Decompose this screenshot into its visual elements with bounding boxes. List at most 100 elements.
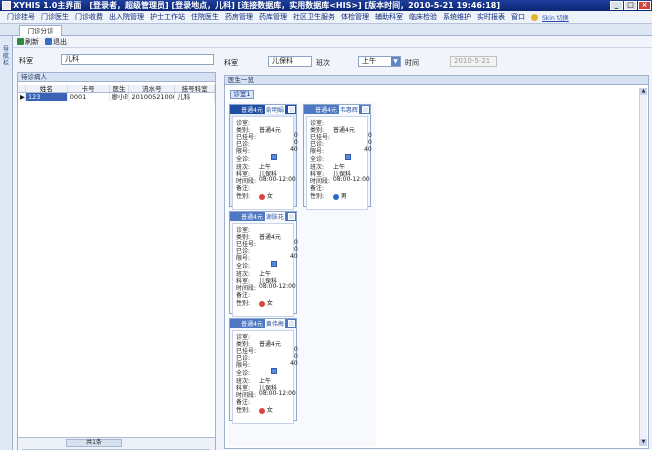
col-doctor[interactable]: 医生 <box>110 85 130 93</box>
cell-card[interactable]: 0001 <box>68 93 110 101</box>
card-gender: 性别: 男 <box>310 193 347 200</box>
right-dept-field[interactable]: 儿保科 <box>268 56 312 67</box>
cell-dept[interactable]: 儿科 <box>175 93 215 101</box>
card-header: 普通4元 黄伟梅 <box>230 319 296 328</box>
scroll-up-icon[interactable]: ▲ <box>640 88 647 95</box>
menu-window[interactable]: 窗口 <box>508 12 528 22</box>
checkbox-icon[interactable] <box>271 261 277 267</box>
menu-system[interactable]: 系统维护 <box>440 12 474 22</box>
female-icon <box>259 407 265 414</box>
exit-button[interactable]: 退出 <box>45 37 67 47</box>
card-menu-icon[interactable] <box>288 320 295 327</box>
room-button[interactable]: 诊室1 <box>230 90 254 99</box>
waiting-patients-grid: 待诊病人 姓名 卡号 医生 流水号 挂号科室 ▶ 123 0001 廖小玲 20… <box>17 72 216 450</box>
col-name[interactable]: 姓名 <box>26 85 68 93</box>
window-title: XYHIS 1.0主界面 [登录者，超级管理员] [登录地点，儿科] [连接数据… <box>13 1 500 10</box>
doctor-overview-panel: 医生一览 诊室1 普通4元 俞明娟 诊室: 类别: 普通4元 已挂号: 0 已诊: 0… <box>224 75 649 449</box>
maximize-button[interactable]: □ <box>624 1 637 10</box>
cell-doctor[interactable]: 廖小玲 <box>110 93 130 101</box>
dept-label: 科室 <box>19 57 33 65</box>
minimize-button[interactable]: _ <box>610 1 623 10</box>
vertical-scrollbar[interactable]: ▲ ▼ <box>639 88 647 446</box>
refresh-label: 刷新 <box>25 37 39 46</box>
card-fee: 普通4元 <box>241 107 263 114</box>
card-doctor-name: 韦惠辉 <box>338 105 359 114</box>
col-dept[interactable]: 挂号科室 <box>175 85 215 93</box>
close-button[interactable]: × <box>638 1 651 10</box>
nav-strip[interactable]: 导航栏 <box>0 36 13 450</box>
time-label: 时间 <box>405 59 419 67</box>
menu-outpatient-registration[interactable]: 门诊挂号 <box>4 12 38 22</box>
col-serial[interactable]: 流水号 <box>129 85 176 93</box>
refresh-icon <box>17 38 24 45</box>
chevron-down-icon[interactable]: ▼ <box>391 57 400 66</box>
col-marker <box>18 85 26 92</box>
cell-name[interactable]: 123 <box>25 93 68 101</box>
card-fee: 普通4元 <box>241 321 263 328</box>
doctor-card[interactable]: 普通4元 韦惠辉 诊室: 类别: 普通4元 已挂号: 0 已诊: 0 限号: 40 全诊… <box>303 104 372 210</box>
card-gender: 性别: 女 <box>236 407 273 414</box>
nav-strip-label: 导航栏 <box>3 46 10 67</box>
row-marker: ▶ <box>20 93 26 101</box>
card-gender: 性别: 女 <box>236 300 273 307</box>
menu-admission[interactable]: 出入院管理 <box>106 12 147 22</box>
doctor-card[interactable]: 普通4元 谢肤花 诊室: 类别: 普通4元 已挂号: 0 已诊: 0 限号: 40 全诊… <box>229 211 298 317</box>
female-icon <box>259 193 265 200</box>
date-field: 2010-5-21 <box>450 56 497 67</box>
card-body: 诊室: 类别: 普通4元 已挂号: 0 已诊: 0 限号: 40 全诊: 班次: 上午 科… <box>232 223 298 317</box>
menu-community-health[interactable]: 社区卫生服务 <box>290 12 338 22</box>
grid-title: 待诊病人 <box>18 73 215 82</box>
menu-clinical-lab[interactable]: 临床检验 <box>406 12 440 22</box>
checkbox-icon[interactable] <box>271 154 277 160</box>
card-menu-icon[interactable] <box>288 106 295 113</box>
title-bar: XYHIS 1.0主界面 [登录者，超级管理员] [登录地点，儿科] [连接数据… <box>0 0 652 11</box>
right-dept-label: 科室 <box>224 59 238 67</box>
shift-select[interactable]: 上午 ▼ <box>358 56 401 67</box>
scroll-down-icon[interactable]: ▼ <box>640 439 647 446</box>
menu-outpatient-billing[interactable]: 门诊收费 <box>72 12 106 22</box>
window-controls: _ □ × <box>610 1 651 10</box>
checkbox-icon[interactable] <box>345 154 351 160</box>
shift-value: 上午 <box>362 57 376 65</box>
record-count: 共1条 <box>66 439 122 447</box>
menu-outpatient-doctor[interactable]: 门诊医生 <box>38 12 72 22</box>
menu-reports[interactable]: 实时报表 <box>474 12 508 22</box>
card-fee: 普通4元 <box>315 107 337 114</box>
menu-auxiliary-dept[interactable]: 辅助科室 <box>372 12 406 22</box>
card-doctor-name: 俞明娟 <box>264 105 285 114</box>
card-doctor-name: 谢肤花 <box>264 212 285 221</box>
menu-drug-store[interactable]: 药库管理 <box>256 12 290 22</box>
menu-bar: 门诊挂号 门诊医生 门诊收费 出入院管理 护士工作站 住院医生 药房管理 药库管… <box>0 11 652 24</box>
card-body: 诊室: 类别: 普通4元 已挂号: 0 已诊: 0 限号: 40 全诊: 班次: 上午 科… <box>306 116 372 210</box>
card-menu-icon[interactable] <box>362 106 369 113</box>
card-doctor-name: 黄伟梅 <box>264 319 285 328</box>
app-logo-icon <box>2 1 11 10</box>
menu-pharmacy[interactable]: 药房管理 <box>222 12 256 22</box>
card-body: 诊室: 类别: 普通4元 已挂号: 0 已诊: 0 限号: 40 全诊: 班次: 上午 科… <box>232 116 298 210</box>
table-row[interactable]: ▶ 123 0001 廖小玲 201005210008 儿科 <box>18 93 215 101</box>
dept-field[interactable]: 儿科 <box>61 54 214 65</box>
doctor-overview-title: 医生一览 <box>225 76 648 85</box>
card-header: 普通4元 谢肤花 <box>230 212 296 221</box>
col-card[interactable]: 卡号 <box>68 85 110 93</box>
female-icon <box>259 300 265 307</box>
exit-icon <box>45 38 52 45</box>
doctor-card[interactable]: 普通4元 俞明娟 诊室: 类别: 普通4元 已挂号: 0 已诊: 0 限号: 40 全诊… <box>229 104 298 210</box>
shift-label: 班次 <box>316 59 330 67</box>
menu-nurse-station[interactable]: 护士工作站 <box>147 12 188 22</box>
card-fee: 普通4元 <box>241 214 263 221</box>
menu-inpatient-doctor[interactable]: 住院医生 <box>188 12 222 22</box>
skin-icon[interactable] <box>531 13 538 21</box>
skin-switch-link[interactable]: Skin 切换 <box>542 13 569 22</box>
card-header: 普通4元 韦惠辉 <box>304 105 370 114</box>
refresh-button[interactable]: 刷新 <box>17 37 39 47</box>
grid-header: 姓名 卡号 医生 流水号 挂号科室 <box>18 85 215 93</box>
cell-serial[interactable]: 201005210008 <box>129 93 176 101</box>
tab-triage[interactable]: 门诊分诊 <box>19 25 62 36</box>
card-menu-icon[interactable] <box>288 213 295 220</box>
card-gender: 性别: 女 <box>236 193 273 200</box>
doctor-card[interactable]: 普通4元 黄伟梅 诊室: 类别: 普通4元 已挂号: 0 已诊: 0 限号: 40 全诊… <box>229 318 298 424</box>
menu-physical-exam[interactable]: 体检管理 <box>338 12 372 22</box>
checkbox-icon[interactable] <box>271 368 277 374</box>
card-body: 诊室: 类别: 普通4元 已挂号: 0 已诊: 0 限号: 40 全诊: 班次: 上午 科… <box>232 330 298 424</box>
